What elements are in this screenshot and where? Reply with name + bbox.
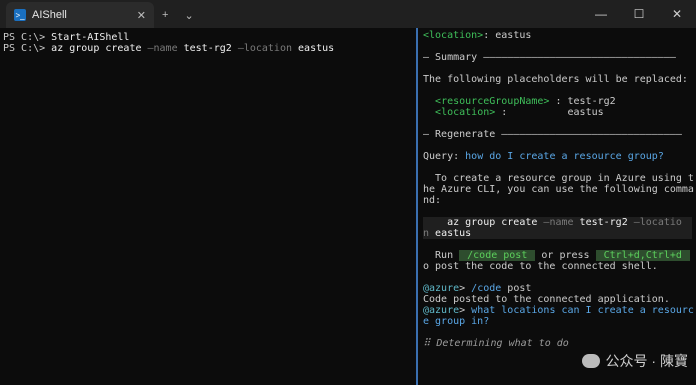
answer-line: he Azure CLI, you can use the following … (423, 184, 694, 195)
code-command: az group create (423, 217, 544, 228)
minimize-button[interactable]: — (582, 0, 620, 28)
placeholder-value: eastus (567, 107, 604, 118)
placeholder-key: <location> (435, 107, 496, 118)
agent-prompt: @azure (423, 283, 460, 294)
terminal-line: PS C:\> az group create —name test-rg2 —… (3, 43, 413, 54)
placeholder-row: <resourceGroupName> : test-rg2 (423, 96, 692, 107)
separator: : (495, 107, 568, 118)
agent-query-line: @azure> what locations can I create a re… (423, 305, 694, 316)
code-value: test-rg2 (579, 217, 634, 228)
run-instruction-cont: o post the code to the connected shell. (423, 261, 658, 272)
pane-divider[interactable] (416, 28, 418, 385)
code-value: eastus (435, 228, 472, 239)
summary-header: — Summary ——————————————————————————————… (423, 52, 676, 63)
aishell-pane[interactable]: <location>: eastus — Summary ———————————… (421, 28, 696, 385)
agent-command: /code (471, 283, 508, 294)
placeholder-key: <resourceGroupName> (435, 96, 550, 107)
run-text: or press (535, 250, 596, 261)
prompt: PS C:\> (3, 43, 52, 54)
flag: —location (237, 43, 299, 54)
run-text: Run (423, 250, 460, 261)
output-line: <location>: eastus (423, 30, 692, 41)
tab-aishell[interactable]: >_ AIShell ✕ (6, 2, 154, 28)
query-text: how do I create a resource group? (465, 151, 664, 162)
command: Start-AIShell (51, 32, 130, 43)
agent-query-cont: e group in? (423, 316, 490, 327)
code-flag: —locatio (633, 217, 682, 228)
agent-prompt: @azure (423, 305, 460, 316)
status-determining: ⠿ Determining what to do (423, 338, 569, 349)
command: az group create (51, 43, 148, 54)
posted-message: Code posted to the connected application… (423, 294, 670, 305)
prompt-separator: > (459, 305, 472, 316)
value: eastus (298, 43, 335, 54)
shortcut-chip: Ctrl+d,Ctrl+d (595, 250, 690, 261)
prompt-separator: > (459, 283, 472, 294)
agent-command-arg: post (507, 283, 532, 294)
placeholder-value: test-rg2 (567, 96, 616, 107)
run-instruction: Run /code post or press Ctrl+d,Ctrl+d t (423, 250, 696, 261)
placeholder-value: eastus (495, 30, 532, 41)
flag: —name (147, 43, 184, 54)
powershell-pane[interactable]: PS C:\> Start-AIShell PS C:\> az group c… (0, 28, 416, 385)
tab-title: AIShell (32, 9, 67, 21)
regenerate-header: — Regenerate ———————————————————————————… (423, 129, 682, 140)
powershell-icon: >_ (14, 9, 26, 21)
separator: : (549, 96, 568, 107)
watermark-text: 公众号 · 陳寶 (605, 353, 688, 369)
code-flag: —name (543, 217, 580, 228)
separator: : (483, 30, 496, 41)
tab-dropdown-button[interactable]: ⌄ (176, 2, 201, 28)
wechat-icon (581, 354, 600, 368)
close-button[interactable]: ✕ (658, 0, 696, 28)
watermark: 公众号 · 陳寶 (581, 351, 688, 371)
query-label: Query: (423, 151, 466, 162)
tab-close-icon[interactable]: ✕ (137, 9, 146, 22)
agent-command-line: @azure> /code post (423, 283, 692, 294)
title-bar: >_ AIShell ✕ + ⌄ — ☐ ✕ (0, 0, 696, 28)
code-post-chip: /code post (459, 250, 536, 261)
maximize-button[interactable]: ☐ (620, 0, 658, 28)
placeholder-row: <location> : eastus (423, 107, 692, 118)
placeholder-key: <location> (423, 30, 484, 41)
agent-query: what locations can I create a resourc (471, 305, 694, 316)
placeholders-text: The following placeholders will be repla… (423, 74, 688, 85)
new-tab-button[interactable]: + (154, 2, 176, 28)
code-flag: n (423, 228, 436, 239)
run-text: t (690, 250, 696, 261)
code-block-line: az group create —name test-rg2 —locatio (423, 217, 692, 228)
value: test-rg2 (183, 43, 238, 54)
answer-line: To create a resource group in Azure usin… (423, 173, 694, 184)
code-block-line: n eastus (423, 228, 692, 239)
terminal-line: PS C:\> Start-AIShell (3, 32, 413, 43)
window-controls: — ☐ ✕ (582, 0, 696, 28)
query-line: Query: how do I create a resource group? (423, 151, 692, 162)
answer-line: nd: (423, 195, 442, 206)
prompt: PS C:\> (3, 32, 52, 43)
